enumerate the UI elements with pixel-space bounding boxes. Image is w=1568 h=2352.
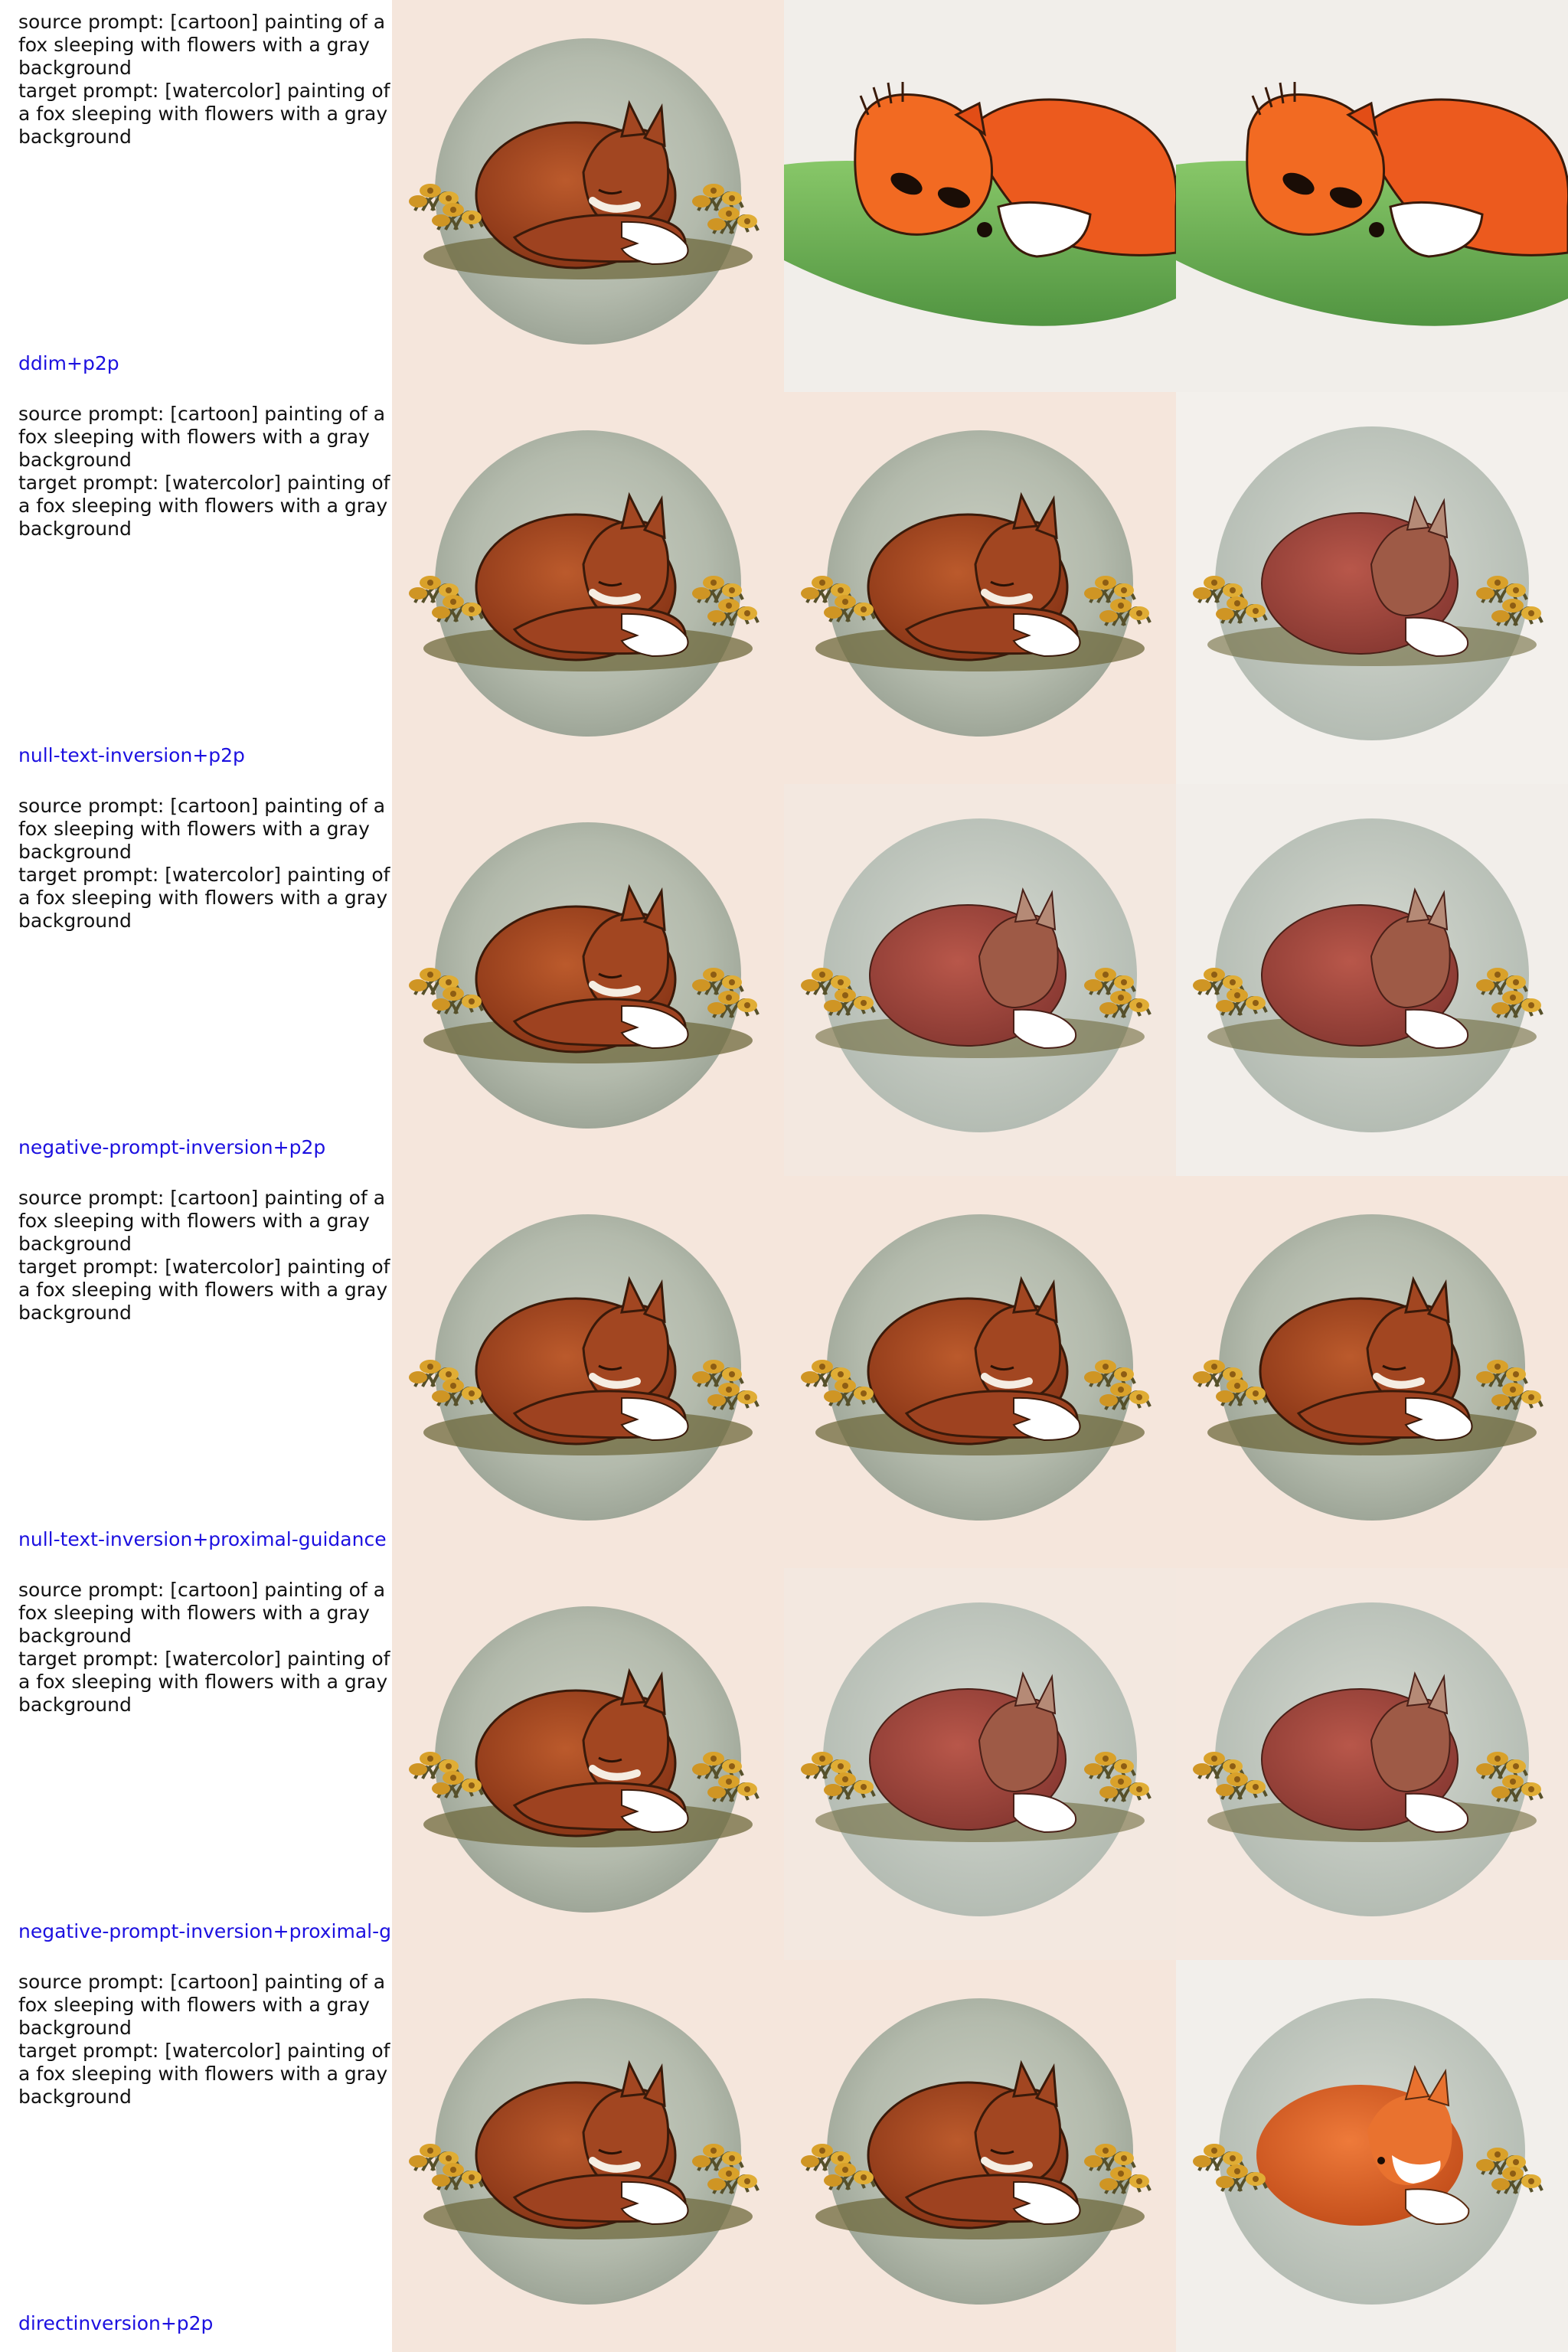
reconstruction-image [784, 784, 1176, 1176]
edited-image [1176, 0, 1568, 392]
method-name: ddim+p2p [18, 352, 119, 374]
source-image [392, 392, 784, 784]
source-image [392, 1568, 784, 1960]
row-label: source prompt: [cartoon] painting of a f… [0, 0, 392, 392]
prompt-text: source prompt: [cartoon] painting of a f… [18, 795, 390, 932]
edited-image [1176, 392, 1568, 784]
row-label: source prompt: [cartoon] painting of a f… [0, 1960, 392, 2352]
prompt-text: source prompt: [cartoon] painting of a f… [18, 403, 390, 540]
source-image [392, 0, 784, 392]
row-label: source prompt: [cartoon] painting of a f… [0, 1568, 392, 1960]
comparison-row-2: source prompt: [cartoon] painting of a f… [0, 392, 1568, 784]
reconstruction-image [784, 392, 1176, 784]
edited-image [1176, 1568, 1568, 1960]
row-label: source prompt: [cartoon] painting of a f… [0, 1176, 392, 1568]
edited-image [1176, 1960, 1568, 2352]
comparison-row-1: source prompt: [cartoon] painting of a f… [0, 0, 1568, 392]
edited-image [1176, 784, 1568, 1176]
comparison-row-3: source prompt: [cartoon] painting of a f… [0, 784, 1568, 1176]
method-name: directinversion+p2p [18, 2312, 214, 2334]
prompt-text: source prompt: [cartoon] painting of a f… [18, 1187, 390, 1324]
source-image [392, 1960, 784, 2352]
prompt-text: source prompt: [cartoon] painting of a f… [18, 11, 390, 148]
row-label: source prompt: [cartoon] painting of a f… [0, 392, 392, 784]
reconstruction-image [784, 1568, 1176, 1960]
method-name: negative-prompt-inversion+p2p [18, 1136, 326, 1158]
source-image [392, 784, 784, 1176]
prompt-text: source prompt: [cartoon] painting of a f… [18, 1579, 390, 1716]
edited-image [1176, 1176, 1568, 1568]
reconstruction-image [784, 0, 1176, 392]
source-image [392, 1176, 784, 1568]
method-name: null-text-inversion+p2p [18, 744, 245, 766]
comparison-row-4: source prompt: [cartoon] painting of a f… [0, 1176, 1568, 1568]
method-name: negative-prompt-inversion+proximal-g [18, 1920, 391, 1942]
reconstruction-image [784, 1176, 1176, 1568]
comparison-row-5: source prompt: [cartoon] painting of a f… [0, 1568, 1568, 1960]
reconstruction-image [784, 1960, 1176, 2352]
row-label: source prompt: [cartoon] painting of a f… [0, 784, 392, 1176]
method-name: null-text-inversion+proximal-guidance [18, 1528, 387, 1550]
prompt-text: source prompt: [cartoon] painting of a f… [18, 1971, 390, 2108]
comparison-row-6: source prompt: [cartoon] painting of a f… [0, 1960, 1568, 2352]
